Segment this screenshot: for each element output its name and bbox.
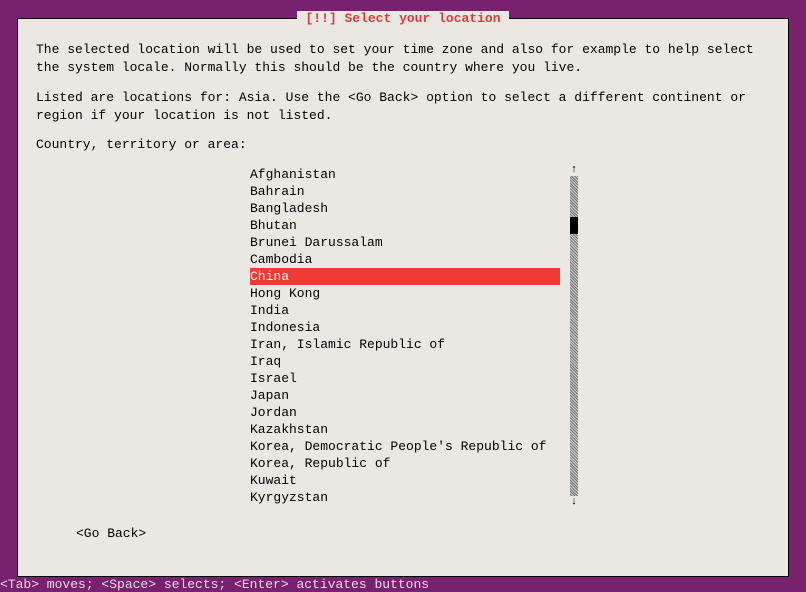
list-item[interactable]: Bahrain [250, 183, 588, 200]
list-item[interactable]: Afghanistan [250, 166, 588, 183]
list-item[interactable]: Japan [250, 387, 588, 404]
description-line-1: The selected location will be used to se… [36, 41, 770, 76]
list-item[interactable]: Iran, Islamic Republic of [250, 336, 588, 353]
list-item[interactable]: Korea, Republic of [250, 455, 588, 472]
list-item[interactable]: Iraq [250, 353, 588, 370]
list-item[interactable]: Bhutan [250, 217, 588, 234]
dialog-title: [!!] Select your location [297, 11, 508, 26]
list-item[interactable]: Indonesia [250, 319, 588, 336]
list-item[interactable]: Kyrgyzstan [250, 489, 588, 506]
prompt-label: Country, territory or area: [36, 137, 770, 152]
list-item[interactable]: Brunei Darussalam [250, 234, 588, 251]
list-item[interactable]: China [250, 268, 588, 285]
list-item[interactable]: Hong Kong [250, 285, 588, 302]
dialog-title-container: [!!] Select your location [18, 11, 788, 26]
go-back-button[interactable]: <Go Back> [76, 526, 146, 541]
list-item[interactable]: India [250, 302, 588, 319]
location-dialog: [!!] Select your location The selected l… [17, 18, 789, 577]
description-line-2: Listed are locations for: Asia. Use the … [36, 89, 770, 124]
list-item[interactable]: Bangladesh [250, 200, 588, 217]
list-item[interactable]: Korea, Democratic People's Republic of [250, 438, 588, 455]
list-item[interactable]: Kuwait [250, 472, 588, 489]
list-item[interactable]: Jordan [250, 404, 588, 421]
list-item[interactable]: Cambodia [250, 251, 588, 268]
location-list[interactable]: ↑ ↓ AfghanistanBahrainBangladeshBhutanBr… [250, 166, 588, 506]
status-bar: <Tab> moves; <Space> selects; <Enter> ac… [0, 577, 806, 592]
list-item[interactable]: Kazakhstan [250, 421, 588, 438]
list-item[interactable]: Israel [250, 370, 588, 387]
